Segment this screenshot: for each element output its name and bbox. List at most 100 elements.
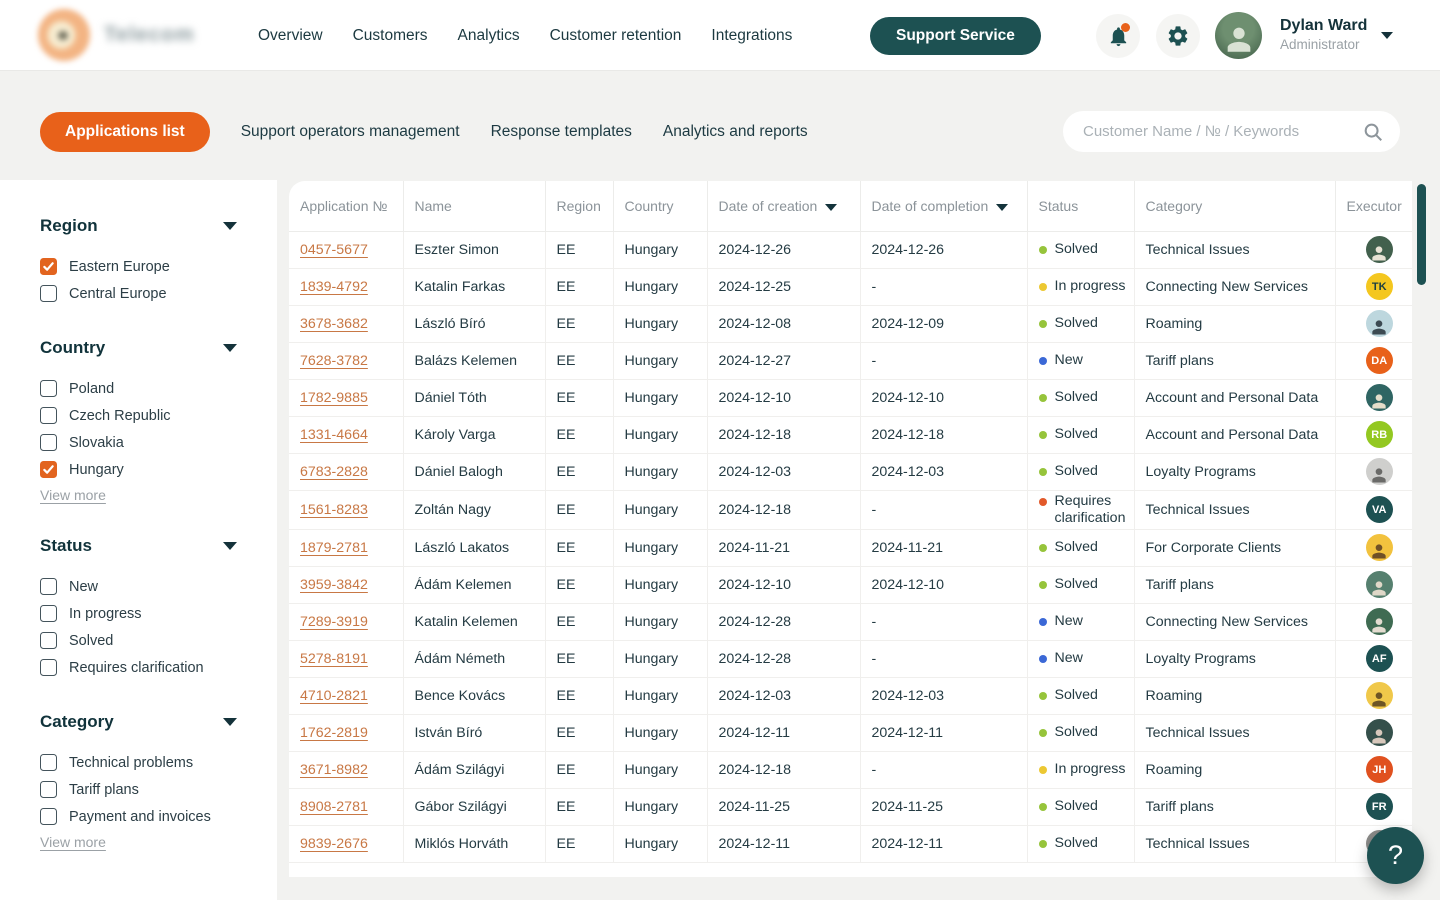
checkbox[interactable] — [40, 434, 57, 451]
status-dot — [1039, 498, 1047, 506]
chevron-down-icon[interactable] — [223, 718, 237, 726]
notifications-button[interactable] — [1096, 14, 1140, 58]
filter-option-central-europe[interactable]: Central Europe — [40, 280, 237, 307]
checkbox[interactable] — [40, 605, 57, 622]
filter-option-eastern-europe[interactable]: Eastern Europe — [40, 253, 237, 280]
checkbox[interactable] — [40, 632, 57, 649]
application-link[interactable]: 0457-5677 — [300, 242, 368, 258]
application-link[interactable]: 1331-4664 — [300, 427, 368, 443]
cell-date-of-completion: 2024-12-10 — [860, 566, 1027, 603]
column-header-date-of-completion[interactable]: Date of completion — [860, 181, 1027, 231]
application-link[interactable]: 7289-3919 — [300, 614, 368, 630]
checkbox[interactable] — [40, 659, 57, 676]
status-indicator: New — [1039, 648, 1134, 669]
checkbox[interactable] — [40, 754, 57, 771]
filter-option-label: Hungary — [69, 462, 124, 478]
column-header-date-of-creation[interactable]: Date of creation — [707, 181, 860, 231]
cell-category: Technical Issues — [1134, 825, 1335, 862]
application-link[interactable]: 6783-2828 — [300, 464, 368, 480]
status-dot — [1039, 729, 1047, 737]
status-label: In progress — [1055, 761, 1126, 778]
cell-executor: AF — [1335, 640, 1412, 677]
view-more-link[interactable]: View more — [40, 834, 106, 850]
application-link[interactable]: 9839-2676 — [300, 836, 368, 852]
chevron-down-icon[interactable] — [223, 542, 237, 550]
cell-region: EE — [545, 416, 613, 453]
help-button[interactable]: ? — [1367, 827, 1424, 884]
cell-region: EE — [545, 231, 613, 268]
app-logo[interactable]: Telecom — [38, 9, 195, 61]
nav-item-customer-retention[interactable]: Customer retention — [550, 27, 682, 45]
executor-cell: RB — [1347, 421, 1413, 448]
checkbox[interactable] — [40, 407, 57, 424]
filter-option-technical-problems[interactable]: Technical problems — [40, 749, 237, 776]
cell-region-text: EE — [557, 762, 576, 778]
cell-country: Hungary — [613, 751, 707, 788]
checkbox[interactable] — [40, 781, 57, 798]
cell-name-text: Ádám Németh — [415, 651, 506, 667]
chevron-down-icon[interactable] — [1381, 32, 1393, 39]
application-link[interactable]: 1879-2781 — [300, 540, 368, 556]
cell-executor: VA — [1335, 490, 1412, 529]
application-link[interactable]: 1762-2819 — [300, 725, 368, 741]
table-row: 9839-2676Miklós HorváthEEHungary2024-12-… — [289, 825, 1412, 862]
application-link[interactable]: 8908-2781 — [300, 799, 368, 815]
application-link[interactable]: 7628-3782 — [300, 353, 368, 369]
chevron-down-icon[interactable] — [223, 344, 237, 352]
status-label: New — [1055, 613, 1083, 630]
filter-option-czech-republic[interactable]: Czech Republic — [40, 402, 237, 429]
cell-date-of-completion: - — [860, 342, 1027, 379]
application-link[interactable]: 4710-2821 — [300, 688, 368, 704]
checkbox[interactable] — [40, 380, 57, 397]
sort-descending-icon[interactable] — [996, 204, 1008, 211]
filter-option-new[interactable]: New — [40, 573, 237, 600]
settings-button[interactable] — [1156, 14, 1200, 58]
filter-option-in-progress[interactable]: In progress — [40, 600, 237, 627]
checkbox[interactable] — [40, 578, 57, 595]
filter-option-tariff-plans[interactable]: Tariff plans — [40, 776, 237, 803]
checkbox[interactable] — [40, 258, 57, 275]
tab-analytics-and-reports[interactable]: Analytics and reports — [663, 123, 808, 141]
application-link[interactable]: 1561-8283 — [300, 502, 368, 518]
status-indicator: Solved — [1039, 833, 1134, 854]
view-more-link[interactable]: View more — [40, 487, 106, 503]
checkbox[interactable] — [40, 461, 57, 478]
filter-option-solved[interactable]: Solved — [40, 627, 237, 654]
checkbox[interactable] — [40, 285, 57, 302]
cell-region: EE — [545, 529, 613, 566]
application-link[interactable]: 3678-3682 — [300, 316, 368, 332]
filter-option-slovakia[interactable]: Slovakia — [40, 429, 237, 456]
filter-option-hungary[interactable]: Hungary — [40, 456, 237, 483]
search-icon[interactable] — [1362, 121, 1384, 143]
tab-response-templates[interactable]: Response templates — [491, 123, 632, 141]
sort-descending-icon[interactable] — [825, 204, 837, 211]
application-link[interactable]: 1839-4792 — [300, 279, 368, 295]
filter-option-poland[interactable]: Poland — [40, 375, 237, 402]
user-menu[interactable]: Dylan Ward Administrator — [1280, 17, 1367, 52]
filter-option-requires-clarification[interactable]: Requires clarification — [40, 654, 237, 681]
tab-applications-list[interactable]: Applications list — [40, 112, 210, 152]
application-link[interactable]: 5278-8191 — [300, 651, 368, 667]
application-link[interactable]: 1782-9885 — [300, 390, 368, 406]
nav-item-overview[interactable]: Overview — [258, 27, 323, 45]
application-link[interactable]: 3671-8982 — [300, 762, 368, 778]
nav-item-integrations[interactable]: Integrations — [711, 27, 792, 45]
cell-category: Loyalty Programs — [1134, 453, 1335, 490]
filter-option-payment-and-invoices[interactable]: Payment and invoices — [40, 803, 237, 830]
search-input[interactable] — [1083, 123, 1362, 140]
user-avatar[interactable] — [1215, 12, 1262, 59]
cell-category: Connecting New Services — [1134, 268, 1335, 305]
support-service-button[interactable]: Support Service — [870, 17, 1041, 55]
checkbox[interactable] — [40, 808, 57, 825]
nav-item-analytics[interactable]: Analytics — [458, 27, 520, 45]
status-label: Solved — [1055, 539, 1098, 556]
status-dot — [1039, 320, 1047, 328]
cell-date-of-completion-text: 2024-12-09 — [872, 316, 945, 332]
executor-cell: FR — [1347, 793, 1413, 820]
chevron-down-icon[interactable] — [223, 222, 237, 230]
application-link[interactable]: 3959-3842 — [300, 577, 368, 593]
tab-support-operators-management[interactable]: Support operators management — [241, 123, 460, 141]
cell-name-text: Katalin Farkas — [415, 279, 506, 295]
table-scrollbar-thumb[interactable] — [1417, 184, 1426, 285]
nav-item-customers[interactable]: Customers — [353, 27, 428, 45]
